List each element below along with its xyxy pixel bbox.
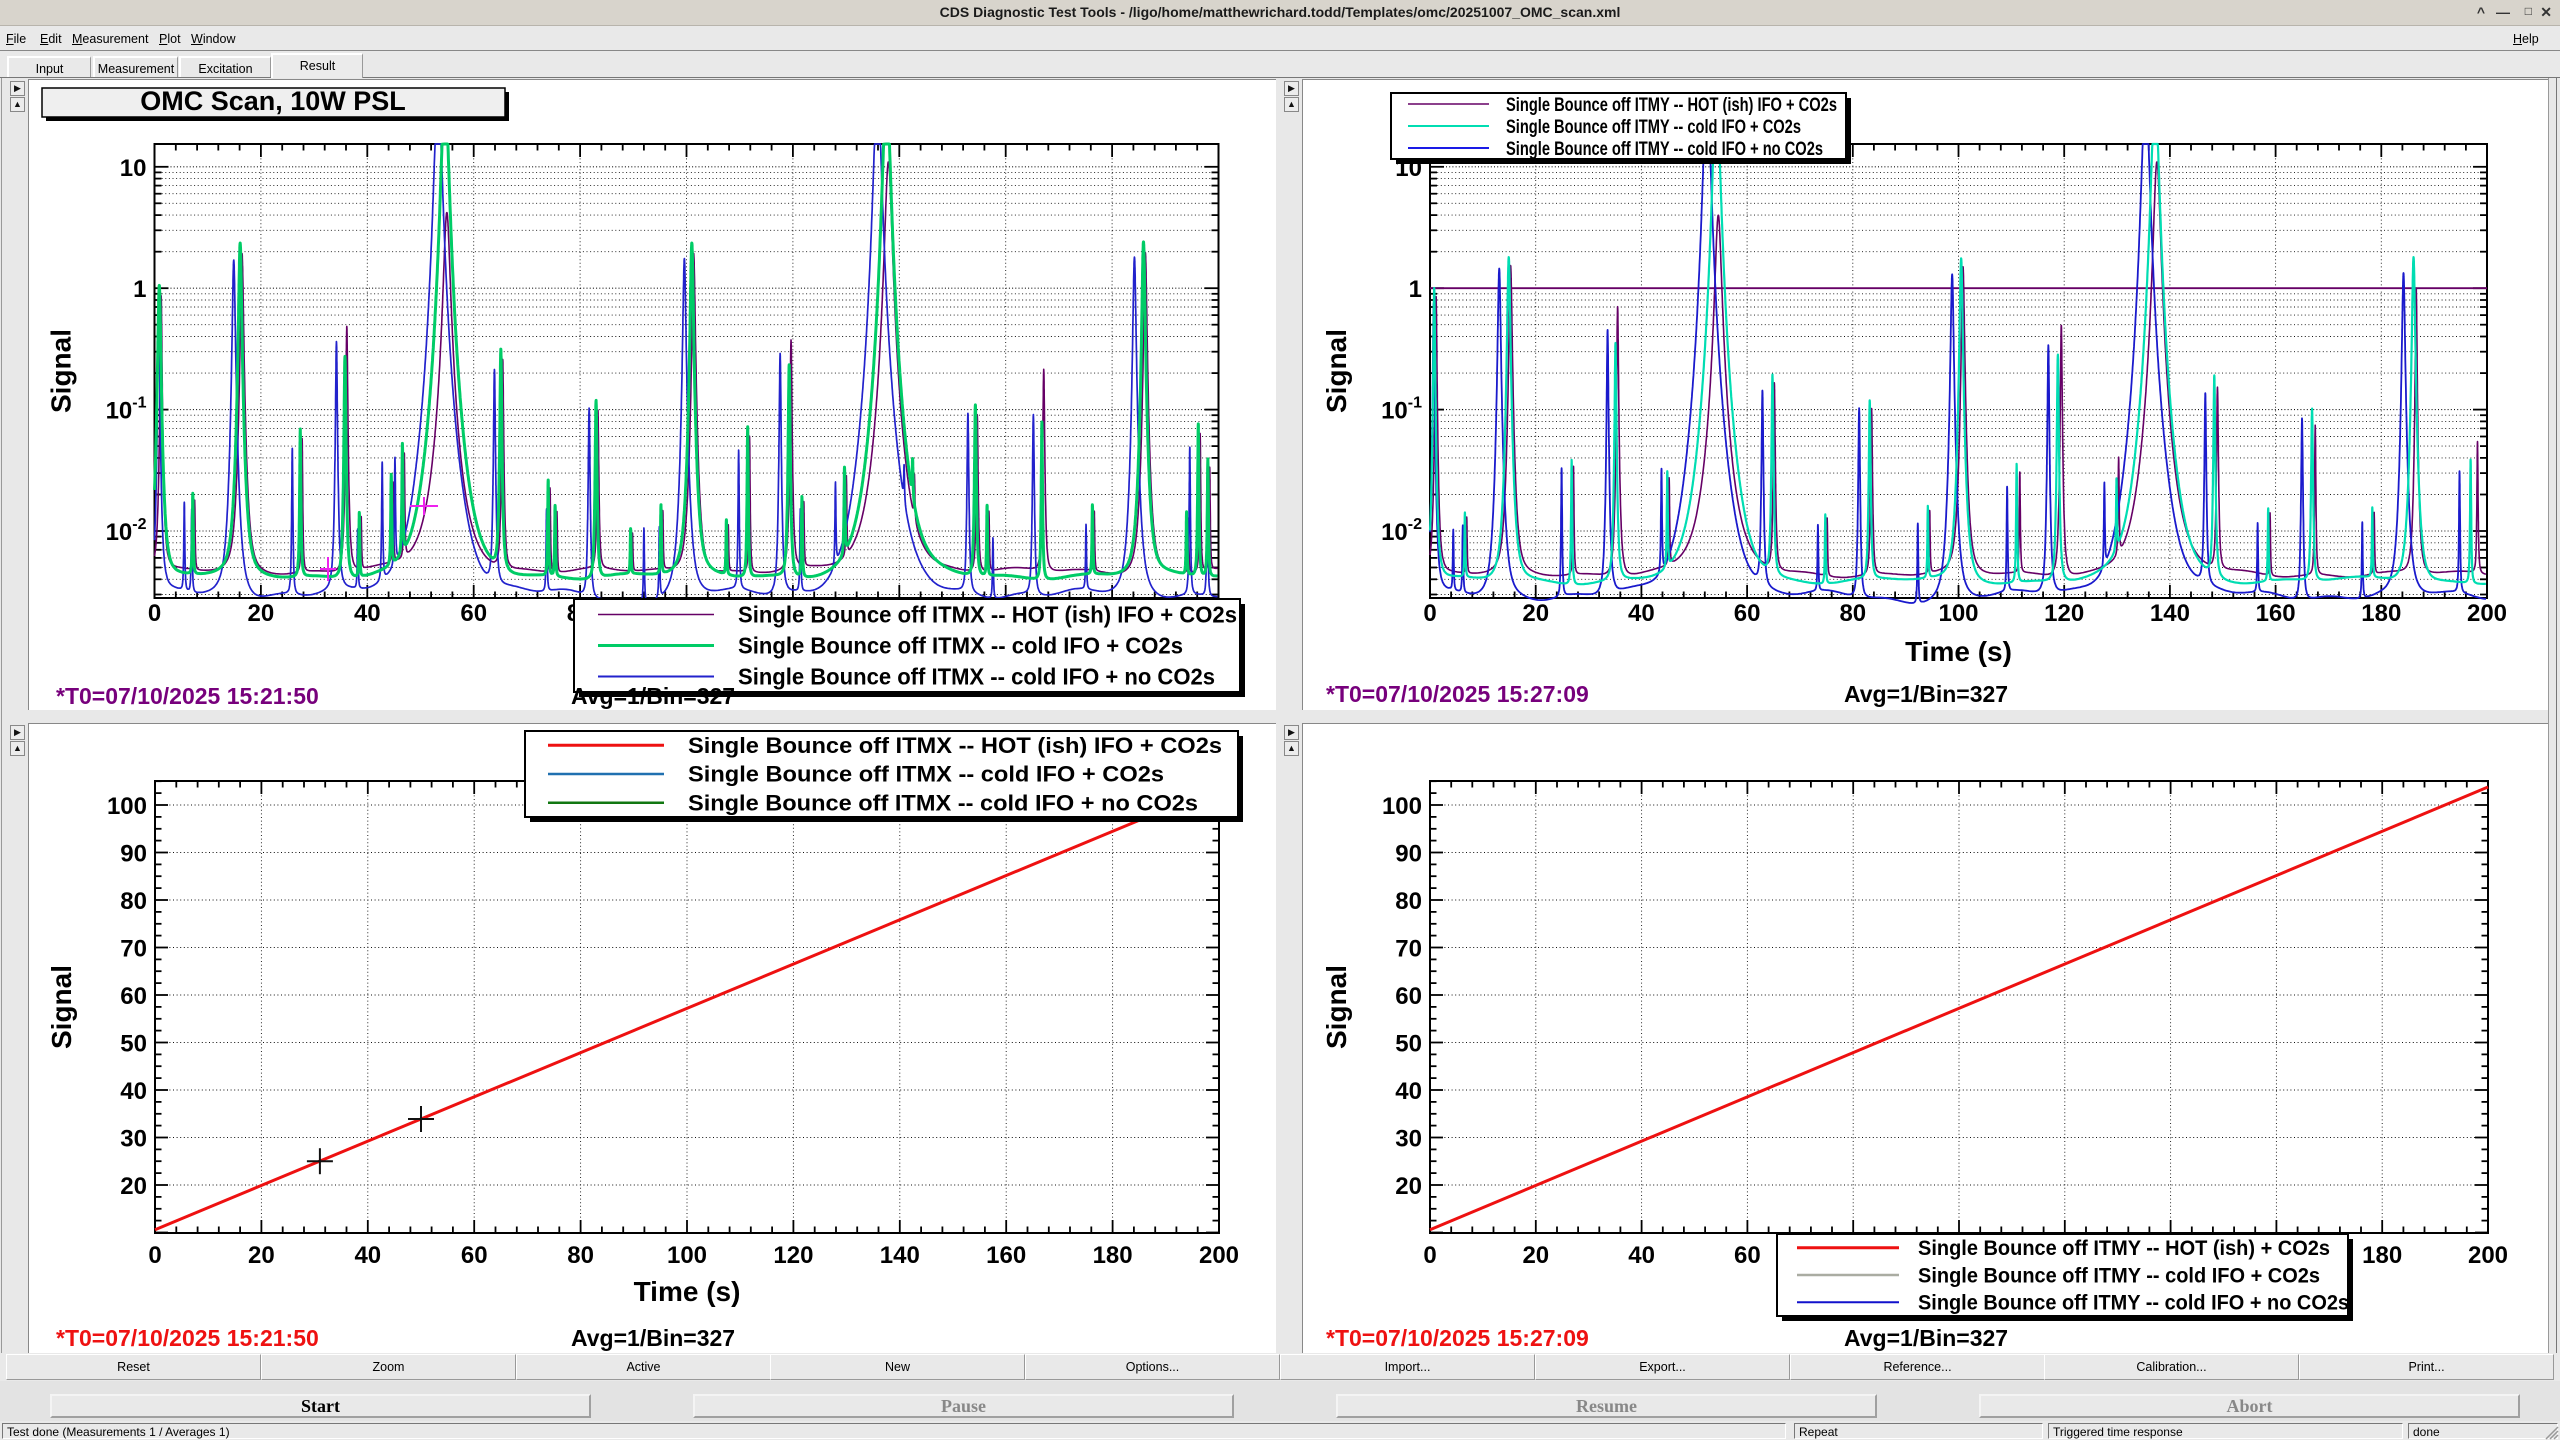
svg-text:80: 80 — [567, 1242, 594, 1269]
svg-text:Single Bounce off ITMY -- cold: Single Bounce off ITMY -- cold IFO + CO2… — [1918, 1264, 2320, 1287]
svg-text:Single Bounce off ITMX -- cold: Single Bounce off ITMX -- cold IFO + no … — [688, 790, 1198, 815]
svg-text:50: 50 — [120, 1031, 147, 1058]
svg-text:Avg=1/Bin=327: Avg=1/Bin=327 — [571, 1325, 735, 1351]
svg-text:Signal: Signal — [1321, 329, 1352, 413]
svg-text:Single Bounce off ITMX -- cold: Single Bounce off ITMX -- cold IFO + CO2… — [688, 762, 1164, 787]
svg-text:60: 60 — [461, 1242, 488, 1269]
svg-text:90: 90 — [120, 841, 147, 868]
svg-text:60: 60 — [120, 983, 147, 1010]
svg-text:Single Bounce off ITMX -- HOT: Single Bounce off ITMX -- HOT (ish) IFO … — [688, 733, 1222, 758]
svg-text:Signal: Signal — [1321, 965, 1352, 1049]
svg-text:20: 20 — [1522, 600, 1549, 627]
svg-text:*T0=07/10/2025 15:27:09: *T0=07/10/2025 15:27:09 — [1326, 681, 1589, 707]
svg-text:100: 100 — [1938, 600, 1978, 627]
svg-text:Single Bounce off ITMY -- HOT: Single Bounce off ITMY -- HOT (ish) + CO… — [1918, 1237, 2330, 1260]
svg-text:40: 40 — [354, 600, 381, 627]
svg-text:40: 40 — [1628, 600, 1655, 627]
svg-text:80: 80 — [1395, 888, 1422, 915]
svg-text:Single Bounce off ITMX -- cold: Single Bounce off ITMX -- cold IFO + CO2… — [738, 633, 1183, 659]
svg-text:90: 90 — [1395, 841, 1422, 868]
svg-text:100: 100 — [1382, 793, 1422, 820]
svg-text:120: 120 — [773, 1242, 813, 1269]
svg-text:20: 20 — [1522, 1242, 1549, 1269]
svg-text:80: 80 — [120, 888, 147, 915]
svg-text:0: 0 — [148, 1242, 161, 1269]
svg-text:40: 40 — [1395, 1078, 1422, 1105]
svg-text:10-1: 10-1 — [106, 395, 147, 425]
svg-text:100: 100 — [107, 793, 147, 820]
svg-text:160: 160 — [2256, 600, 2296, 627]
svg-text:60: 60 — [1395, 983, 1422, 1010]
svg-text:60: 60 — [1734, 600, 1761, 627]
svg-text:*T0=07/10/2025 15:21:50: *T0=07/10/2025 15:21:50 — [56, 1325, 319, 1351]
svg-text:Avg=1/Bin=327: Avg=1/Bin=327 — [1844, 1325, 2008, 1351]
svg-text:30: 30 — [120, 1126, 147, 1153]
svg-text:*T0=07/10/2025 15:27:09: *T0=07/10/2025 15:27:09 — [1326, 1325, 1589, 1351]
svg-text:180: 180 — [1093, 1242, 1133, 1269]
svg-text:0: 0 — [1423, 600, 1436, 627]
svg-text:Signal: Signal — [46, 965, 77, 1049]
svg-text:Single Bounce off ITMY -- cold: Single Bounce off ITMY -- cold IFO + no … — [1918, 1292, 2349, 1315]
svg-text:20: 20 — [248, 1242, 275, 1269]
svg-text:100: 100 — [667, 1242, 707, 1269]
svg-text:Single Bounce off ITMY -- HOT: Single Bounce off ITMY -- HOT (ish) IFO … — [1506, 94, 1837, 116]
svg-text:0: 0 — [148, 600, 161, 627]
svg-text:10-1: 10-1 — [1381, 395, 1422, 425]
svg-text:70: 70 — [120, 936, 147, 963]
svg-text:160: 160 — [986, 1242, 1026, 1269]
svg-text:20: 20 — [248, 600, 275, 627]
svg-text:200: 200 — [2468, 1242, 2508, 1269]
svg-text:0: 0 — [1423, 1242, 1436, 1269]
svg-text:10: 10 — [120, 155, 147, 182]
svg-text:40: 40 — [354, 1242, 381, 1269]
svg-text:20: 20 — [1395, 1173, 1422, 1200]
svg-text:140: 140 — [2150, 600, 2190, 627]
svg-text:200: 200 — [2467, 600, 2507, 627]
svg-text:40: 40 — [1628, 1242, 1655, 1269]
svg-text:140: 140 — [880, 1242, 920, 1269]
svg-text:Single Bounce off ITMX -- cold: Single Bounce off ITMX -- cold IFO + no … — [738, 664, 1215, 690]
svg-text:Single Bounce off ITMX -- HOT: Single Bounce off ITMX -- HOT (ish) IFO … — [738, 602, 1237, 628]
svg-text:10-2: 10-2 — [1381, 516, 1422, 546]
svg-text:Single Bounce off ITMY -- cold: Single Bounce off ITMY -- cold IFO + CO2… — [1506, 116, 1801, 138]
svg-text:Avg=1/Bin=327: Avg=1/Bin=327 — [1844, 681, 2008, 707]
svg-text:1: 1 — [1409, 276, 1422, 303]
svg-text:50: 50 — [1395, 1031, 1422, 1058]
svg-text:180: 180 — [2362, 1242, 2402, 1269]
svg-text:200: 200 — [1199, 1242, 1239, 1269]
svg-text:OMC Scan, 10W PSL: OMC Scan, 10W PSL — [140, 86, 406, 116]
svg-text:80: 80 — [1839, 600, 1866, 627]
svg-text:120: 120 — [2044, 600, 2084, 627]
svg-text:60: 60 — [460, 600, 487, 627]
svg-text:Signal: Signal — [46, 329, 77, 413]
svg-text:20: 20 — [120, 1173, 147, 1200]
svg-text:1: 1 — [133, 276, 146, 303]
svg-text:Time (s): Time (s) — [1905, 636, 2012, 667]
svg-text:60: 60 — [1734, 1242, 1761, 1269]
svg-text:10-2: 10-2 — [106, 516, 147, 546]
svg-text:*T0=07/10/2025 15:21:50: *T0=07/10/2025 15:21:50 — [56, 683, 319, 709]
svg-text:40: 40 — [120, 1078, 147, 1105]
svg-text:Time (s): Time (s) — [634, 1276, 741, 1307]
svg-text:180: 180 — [2361, 600, 2401, 627]
svg-text:30: 30 — [1395, 1126, 1422, 1153]
svg-text:Avg=1/Bin=327: Avg=1/Bin=327 — [571, 683, 735, 709]
svg-text:70: 70 — [1395, 936, 1422, 963]
svg-text:Single Bounce off ITMY -- cold: Single Bounce off ITMY -- cold IFO + no … — [1506, 138, 1823, 160]
